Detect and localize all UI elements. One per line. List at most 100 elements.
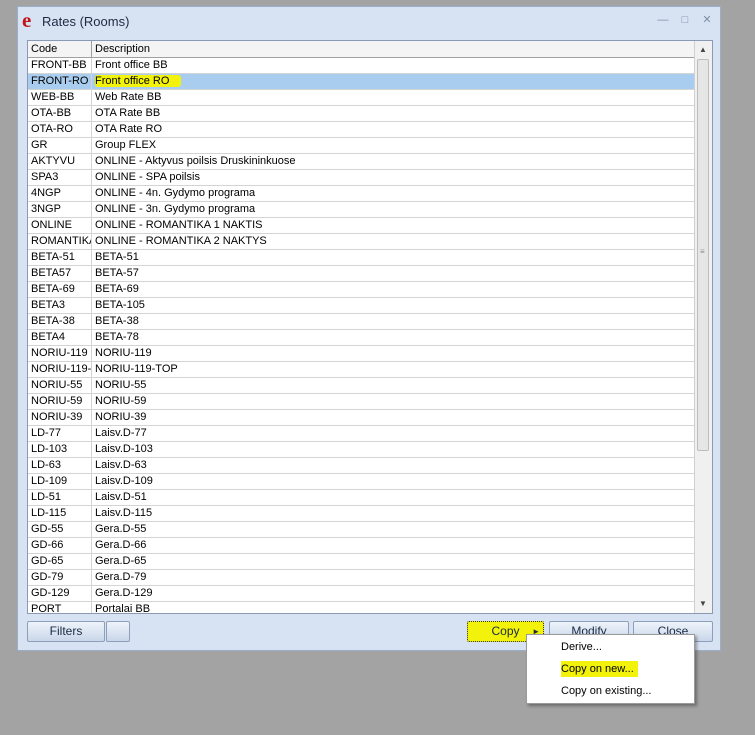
app-logo-icon: e [22,8,32,32]
copy-dropdown-menu: Derive... Copy on new... Copy on existin… [526,634,695,704]
cell-description: ONLINE - 4n. Gydymo programa [95,187,256,199]
cell-code: NORIU-59 [28,394,92,409]
minimize-icon[interactable]: — [656,14,670,26]
close-window-icon[interactable]: ✕ [700,14,714,26]
cell-code: ROMANTIKA [28,234,92,249]
table-row[interactable]: NORIU-39 NORIU-39 [28,410,695,426]
title-bar[interactable]: e Rates (Rooms) — □ ✕ [18,7,720,35]
cell-code: LD-109 [28,474,92,489]
cell-code: NORIU-55 [28,378,92,393]
table-row[interactable]: AKTYVU ONLINE - Aktyvus poilsis Druskinin… [28,154,695,170]
copy-button-label: Copy [491,624,520,638]
cell-description: BETA-51 [95,251,139,263]
grid-header: Code Description [28,41,695,58]
table-row[interactable]: WEB-BB Web Rate BB [28,90,695,106]
cell-code: 3NGP [28,202,92,217]
menu-item-copy-on-existing[interactable]: Copy on existing... [561,685,652,697]
table-row[interactable]: GD-55 Gera.D-55 [28,522,695,538]
cell-description: BETA-69 [95,283,139,295]
table-row[interactable]: BETA-38 BETA-38 [28,314,695,330]
highlighted-description: Front office RO [95,75,182,87]
scroll-down-icon[interactable]: ▼ [696,597,710,611]
cell-code: BETA57 [28,266,92,281]
cell-code: 4NGP [28,186,92,201]
scroll-thumb[interactable]: ≡ [697,59,709,451]
table-row[interactable]: SPA3 ONLINE - SPA poilsis [28,170,695,186]
filters-button[interactable]: Filters [27,621,105,642]
table-row[interactable]: LD-51 Laisv.D-51 [28,490,695,506]
table-row[interactable]: LD-103 Laisv.D-103 [28,442,695,458]
extra-button[interactable] [106,621,130,642]
table-row[interactable]: GD-129 Gera.D-129 [28,586,695,602]
scroll-up-icon[interactable]: ▲ [696,43,710,57]
vertical-scrollbar[interactable]: ▲ ≡ ▼ [694,41,712,613]
cell-code: OTA-BB [28,106,92,121]
table-row[interactable]: FRONT-RO Front office RO [28,74,695,90]
cell-code: AKTYVU [28,154,92,169]
menu-item-derive[interactable]: Derive... [561,641,602,653]
restore-icon[interactable]: □ [678,14,692,26]
cell-description: Web Rate BB [95,91,162,103]
table-row[interactable]: NORIU-119- NORIU-119-TOP [28,362,695,378]
cell-code: PORT [28,602,92,613]
cell-description: Laisv.D-109 [95,475,153,487]
table-row[interactable]: OTA-RO OTA Rate RO [28,122,695,138]
cell-code: GD-55 [28,522,92,537]
cell-code: LD-77 [28,426,92,441]
table-row[interactable]: BETA-69 BETA-69 [28,282,695,298]
cell-description: OTA Rate RO [95,123,163,135]
table-row[interactable]: GD-79 Gera.D-79 [28,570,695,586]
cell-description: OTA Rate BB [95,107,161,119]
table-row[interactable]: OTA-BB OTA Rate BB [28,106,695,122]
cell-code: NORIU-119- [28,362,92,377]
cell-code: BETA-69 [28,282,92,297]
cell-description: NORIU-119 [95,347,152,359]
table-row[interactable]: ROMANTIKA ONLINE - ROMANTIKA 2 NAKTYS [28,234,695,250]
cell-description: Portalai BB [95,603,151,614]
menu-item-copy-on-new-label: Copy on new... [561,661,638,677]
cell-code: SPA3 [28,170,92,185]
cell-code: BETA4 [28,330,92,345]
menu-item-copy-on-new[interactable]: Copy on new... [561,661,638,677]
cell-description: ONLINE - SPA poilsis [95,171,200,183]
grid-rows: FRONT-BB Front office BB FRONT-RO Front off… [28,58,695,614]
table-row[interactable]: PORT Portalai BB [28,602,695,614]
cell-description: NORIU-59 [95,395,147,407]
cell-code: NORIU-119 [28,346,92,361]
table-row[interactable]: BETA-51 BETA-51 [28,250,695,266]
cell-description: Gera.D-79 [95,571,147,583]
cell-description: Laisv.D-51 [95,491,147,503]
cell-code: GR [28,138,92,153]
table-row[interactable]: NORIU-55 NORIU-55 [28,378,695,394]
column-header-code[interactable]: Code [28,41,92,57]
table-row[interactable]: LD-109 Laisv.D-109 [28,474,695,490]
table-row[interactable]: LD-63 Laisv.D-63 [28,458,695,474]
table-row[interactable]: 4NGP ONLINE - 4n. Gydymo programa [28,186,695,202]
table-row[interactable]: BETA57 BETA-57 [28,266,695,282]
cell-description: Group FLEX [95,139,157,151]
cell-code: FRONT-RO [28,74,92,89]
table-row[interactable]: GD-66 Gera.D-66 [28,538,695,554]
table-row[interactable]: GR Group FLEX [28,138,695,154]
table-row[interactable]: 3NGP ONLINE - 3n. Gydymo programa [28,202,695,218]
cell-description: NORIU-39 [95,411,147,423]
cell-description: Front office RO [92,74,695,89]
cell-description: Gera.D-66 [95,539,147,551]
cell-description: BETA-78 [95,331,139,343]
table-row[interactable]: NORIU-59 NORIU-59 [28,394,695,410]
cell-description: Gera.D-129 [95,587,153,599]
cell-code: BETA-51 [28,250,92,265]
cell-code: WEB-BB [28,90,92,105]
table-row[interactable]: GD-65 Gera.D-65 [28,554,695,570]
table-row[interactable]: NORIU-119 NORIU-119 [28,346,695,362]
column-header-description[interactable]: Description [92,41,695,57]
table-row[interactable]: BETA4 BETA-78 [28,330,695,346]
table-row[interactable]: FRONT-BB Front office BB [28,58,695,74]
table-row[interactable]: LD-77 Laisv.D-77 [28,426,695,442]
table-row[interactable]: ONLINE ONLINE - ROMANTIKA 1 NAKTIS [28,218,695,234]
cell-description: NORIU-55 [95,379,147,391]
table-row[interactable]: BETA3 BETA-105 [28,298,695,314]
table-row[interactable]: LD-115 Laisv.D-115 [28,506,695,522]
cell-description: BETA-38 [95,315,139,327]
cell-description: BETA-57 [95,267,139,279]
